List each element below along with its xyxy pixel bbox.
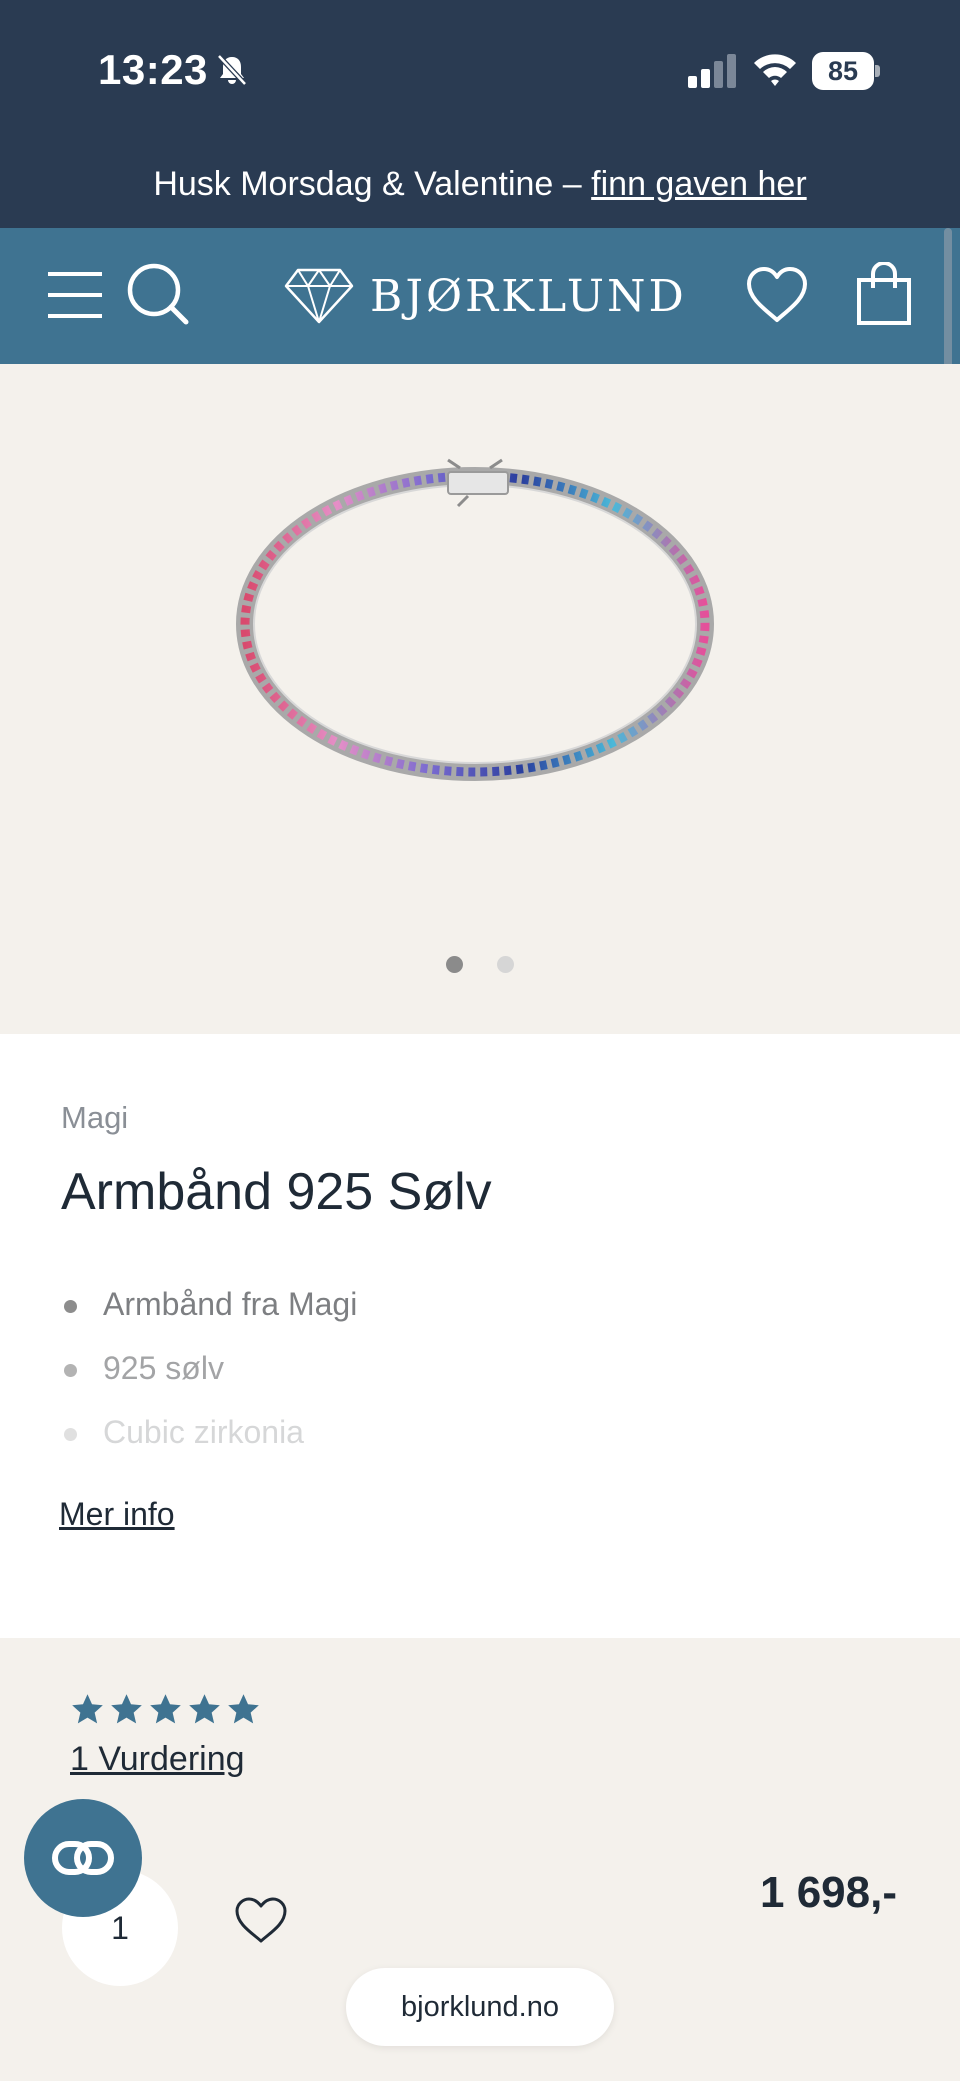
browser-url-bar[interactable]: bjorklund.no [346,1968,614,2046]
feature-item: 925 sølv [61,1344,357,1408]
chat-button[interactable] [24,1799,142,1917]
diamond-logo-icon [284,268,354,324]
battery-tip [875,65,880,77]
announcement-bar: Husk Morsdag & Valentine – finn gaven he… [0,140,960,228]
menu-icon[interactable] [46,266,104,324]
more-info-link[interactable]: Mer info [59,1496,175,1533]
chat-link-icon [52,1841,114,1875]
announcement-link[interactable]: finn gaven her [591,165,807,203]
search-icon[interactable] [126,262,190,326]
signal-icon [688,54,736,88]
star-icon [111,1694,142,1724]
battery-level: 85 [812,52,874,90]
battery-indicator: 85 [812,52,880,90]
status-bar: 13:23 85 [0,0,960,140]
product-gallery[interactable] [0,364,960,1034]
announcement-text: Husk Morsdag & Valentine – [153,165,592,203]
bell-slash-icon [217,54,247,86]
star-icon [228,1694,259,1724]
rating-stars[interactable] [70,1692,261,1727]
product-brand[interactable]: Magi [61,1100,128,1136]
shopping-bag-icon[interactable] [856,262,912,326]
feature-item: Armbånd fra Magi [61,1280,357,1344]
product-title: Armbånd 925 Sølv [61,1163,492,1221]
product-price: 1 698,- [760,1868,897,1917]
feature-item: Cubic zirkonia [61,1408,357,1472]
wishlist-heart-icon[interactable] [234,1896,288,1944]
reviews-link[interactable]: 1 Vurdering [70,1740,245,1779]
status-time: 13:23 [98,46,208,93]
site-logo[interactable]: BJØRKLUND [284,264,687,328]
gallery-dot-1[interactable] [446,956,463,973]
site-header: BJØRKLUND [0,228,960,364]
product-info: Magi Armbånd 925 Sølv Armbånd fra Magi 9… [0,1034,960,1638]
star-icon [72,1694,103,1724]
gallery-dot-2[interactable] [497,956,514,973]
logo-text: BJØRKLUND [370,270,687,322]
bracelet-image [236,458,714,781]
star-icon [150,1694,181,1724]
star-icon [189,1694,220,1724]
wifi-icon [754,54,796,86]
heart-icon[interactable] [746,266,808,324]
feature-list: Armbånd fra Magi 925 sølv Cubic zirkonia [61,1280,357,1472]
